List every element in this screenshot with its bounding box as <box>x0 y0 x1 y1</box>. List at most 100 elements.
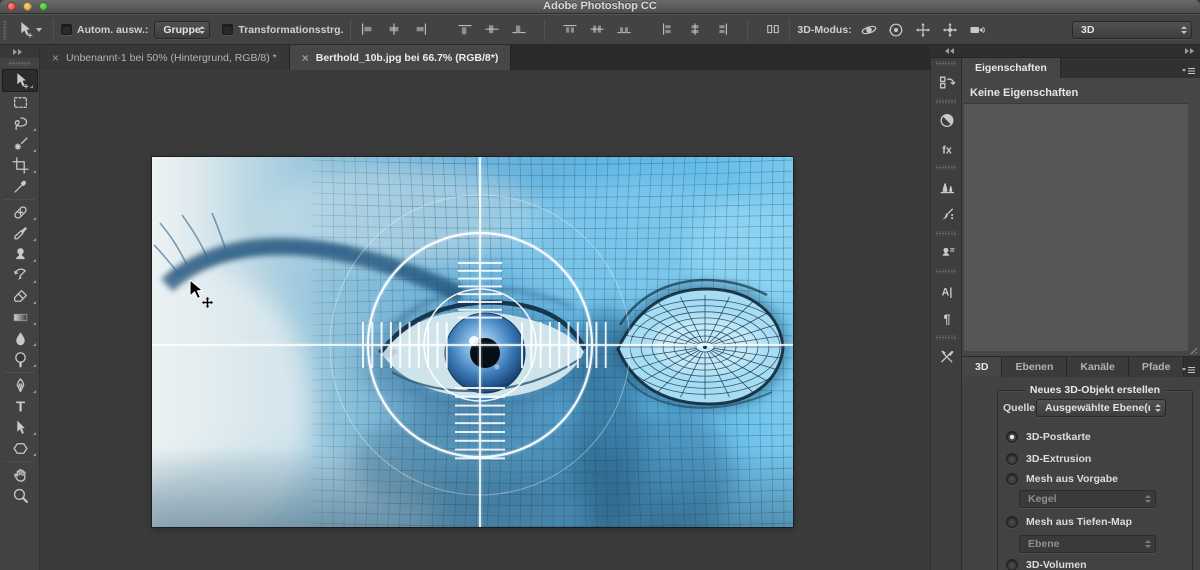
collapsed-panel-brush-presets[interactable] <box>931 200 963 228</box>
tool-lasso[interactable] <box>0 113 40 134</box>
radio-icon[interactable] <box>1006 431 1018 443</box>
document-tab-unbenannt[interactable]: × Unbenannt-1 bei 50% (Hintergrund, RGB/… <box>40 45 290 70</box>
panel-group-grip[interactable] <box>936 335 956 340</box>
tools-panel-grip[interactable] <box>8 61 31 66</box>
tool-eyedropper[interactable] <box>0 176 40 197</box>
mesh-preset-dropdown[interactable]: Kegel <box>1019 490 1156 508</box>
collapsed-panel-tool-presets[interactable] <box>931 342 963 370</box>
separator <box>789 19 790 41</box>
align-right-edges-icon[interactable] <box>412 22 430 38</box>
radio-icon[interactable] <box>1006 473 1018 485</box>
tool-clone-stamp[interactable] <box>0 244 40 265</box>
tool-quick-selection[interactable] <box>0 134 40 155</box>
collapsed-panel-clone-source[interactable] <box>931 238 963 266</box>
tool-eraser[interactable] <box>0 286 40 307</box>
align-top-edges-icon[interactable] <box>456 22 474 38</box>
tool-pen[interactable] <box>0 375 40 396</box>
double-arrow-icon <box>18 49 22 55</box>
option-mesh-from-depthmap[interactable]: Mesh aus Tiefen-Map <box>1006 516 1132 528</box>
collapse-tools-button[interactable] <box>0 45 39 58</box>
dropdown-stepper-icon <box>1145 536 1151 552</box>
tool-path-selection[interactable] <box>0 417 40 438</box>
distribute-horizontal-centers-icon[interactable] <box>686 22 704 38</box>
align-bottom-edges-icon[interactable] <box>510 22 528 38</box>
document-tab-berthold[interactable]: × Berthold_10b.jpg bei 66.7% (RGB/8*) <box>290 45 512 70</box>
radio-icon[interactable] <box>1006 559 1018 570</box>
tool-move[interactable] <box>2 69 38 92</box>
panel-dock: Eigenschaften Keine Eigenschaften 3D Ebe… <box>962 58 1200 570</box>
tool-shape[interactable] <box>0 438 40 459</box>
distribute-left-edges-icon[interactable] <box>659 22 677 38</box>
tool-crop[interactable] <box>0 155 40 176</box>
workspace-dropdown[interactable]: 3D <box>1072 21 1192 39</box>
tool-dodge[interactable] <box>0 349 40 370</box>
tool-hand[interactable] <box>0 464 40 485</box>
tab-layers[interactable]: Ebenen <box>1002 357 1067 377</box>
canvas-area[interactable] <box>40 70 930 570</box>
svg-text:¶: ¶ <box>943 311 950 326</box>
close-tab-icon[interactable]: × <box>52 53 59 63</box>
panel-group-grip[interactable] <box>936 231 956 236</box>
transform-controls-checkbox[interactable] <box>222 24 233 35</box>
tool-spot-healing-brush[interactable] <box>0 202 40 223</box>
threed-panel: 3D Ebenen Kanäle Pfade Neues 3D-Objekt e… <box>962 356 1200 570</box>
collapsed-panel-styles[interactable]: fx <box>931 134 963 162</box>
collapsed-panel-character[interactable]: A| <box>931 276 963 304</box>
panel-resize-grip[interactable] <box>1188 345 1197 354</box>
double-arrow-right-icon <box>1185 48 1189 54</box>
collapsed-panel-paragraph[interactable]: ¶ <box>931 304 963 332</box>
option-3d-postcard[interactable]: 3D-Postkarte <box>1006 431 1091 443</box>
auto-select-target-dropdown[interactable]: Gruppe <box>154 21 210 39</box>
tool-gradient[interactable] <box>0 307 40 328</box>
tab-properties[interactable]: Eigenschaften <box>962 58 1061 78</box>
tool-blur[interactable] <box>0 328 40 349</box>
distribute-bottom-edges-icon[interactable] <box>615 22 633 38</box>
radio-icon[interactable] <box>1006 453 1018 465</box>
panel-group-grip[interactable] <box>936 269 956 274</box>
orbit-3d-camera-icon[interactable] <box>860 22 878 38</box>
roll-3d-camera-icon[interactable] <box>887 22 905 38</box>
auto-select-checkbox[interactable] <box>61 24 72 35</box>
panel-group-grip[interactable] <box>936 165 956 170</box>
option-mesh-from-preset[interactable]: Mesh aus Vorgabe <box>1006 473 1118 485</box>
panel-group-grip[interactable] <box>936 61 956 66</box>
collapse-dock-button[interactable] <box>1185 48 1194 54</box>
source-dropdown[interactable]: Ausgewählte Ebene(n) <box>1036 399 1166 417</box>
collapsed-panel-adjustments[interactable] <box>931 106 963 134</box>
document-image <box>152 157 793 527</box>
pan-3d-camera-icon[interactable] <box>914 22 932 38</box>
align-horizontal-centers-icon[interactable] <box>385 22 403 38</box>
distribute-right-edges-icon[interactable] <box>713 22 731 38</box>
dropdown-stepper-icon <box>1145 491 1151 507</box>
distribute-top-edges-icon[interactable] <box>561 22 579 38</box>
expand-panels-button[interactable] <box>945 48 954 54</box>
options-bar-grip[interactable] <box>3 20 7 40</box>
tool-type[interactable]: T <box>0 396 40 417</box>
slide-3d-camera-icon[interactable] <box>941 22 959 38</box>
option-3d-extrusion[interactable]: 3D-Extrusion <box>1006 453 1091 465</box>
tab-paths[interactable]: Pfade <box>1129 357 1185 377</box>
panel-group-grip[interactable] <box>936 99 956 104</box>
photoshop-window: Adobe Photoshop CC Autom. ausw.: Gruppe … <box>0 0 1200 570</box>
tool-preset-caret-icon[interactable] <box>36 28 42 32</box>
close-tab-icon[interactable]: × <box>302 53 309 63</box>
tab-channels[interactable]: Kanäle <box>1067 357 1128 377</box>
tools-panel: T <box>0 45 40 570</box>
move-3d-camera-icon[interactable] <box>968 22 986 38</box>
source-label: Quelle: <box>1003 402 1039 414</box>
collapsed-panel-brush-settings[interactable] <box>931 172 963 200</box>
tool-zoom[interactable] <box>0 485 40 506</box>
align-vertical-centers-icon[interactable] <box>483 22 501 38</box>
option-3d-volume[interactable]: 3D-Volumen <box>1006 559 1086 570</box>
tool-rectangular-marquee[interactable] <box>0 92 40 113</box>
tool-history-brush[interactable] <box>0 265 40 286</box>
collapsed-panel-history[interactable] <box>931 68 963 96</box>
depthmap-dropdown[interactable]: Ebene <box>1019 535 1156 553</box>
tool-brush[interactable] <box>0 223 40 244</box>
distribute-vertical-centers-icon[interactable] <box>588 22 606 38</box>
distribute-spacing-icon[interactable] <box>764 22 782 38</box>
radio-icon[interactable] <box>1006 516 1018 528</box>
align-left-edges-icon[interactable] <box>358 22 376 38</box>
titlebar: Adobe Photoshop CC <box>0 0 1200 14</box>
tab-3d[interactable]: 3D <box>962 357 1002 377</box>
